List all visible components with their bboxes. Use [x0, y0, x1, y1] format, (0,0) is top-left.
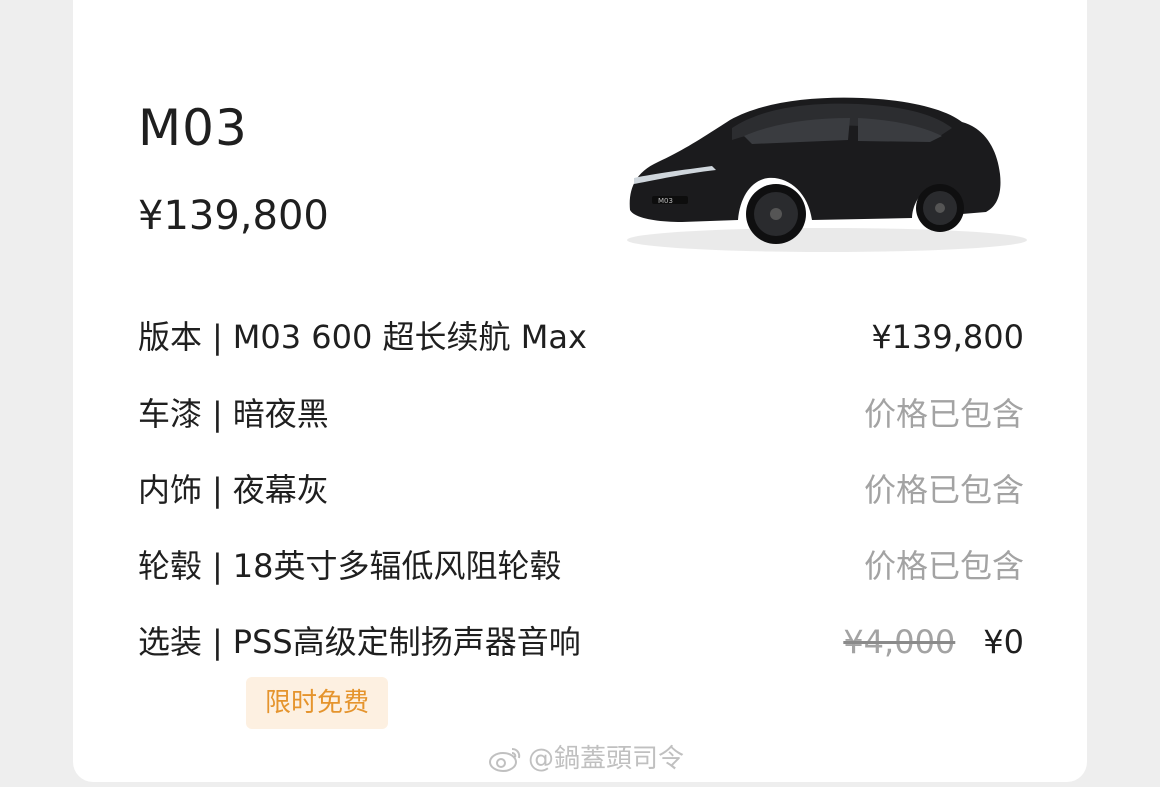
promo-badge: 限时免费 — [246, 677, 388, 729]
row-separator: | — [212, 318, 223, 356]
row-label: 内饰 — [138, 471, 203, 509]
row-value: PSS高级定制扬声器音响 — [232, 623, 581, 661]
model-name: M03 — [138, 99, 248, 157]
row-separator: | — [212, 623, 223, 661]
row-price: ¥139,800 — [871, 318, 1024, 356]
config-row-paint: 车漆 | 暗夜黑 价格已包含 — [138, 390, 1024, 438]
original-price: ¥4,000 — [843, 623, 956, 661]
row-price: 价格已包含 — [863, 547, 1024, 585]
row-value: M03 600 超长续航 Max — [232, 318, 587, 356]
model-price: ¥139,800 — [138, 193, 329, 239]
row-label: 版本 — [138, 318, 203, 356]
config-row-version: 版本 | M03 600 超长续航 Max ¥139,800 — [138, 313, 1024, 361]
watermark: @鍋蓋頭司令 — [488, 741, 684, 777]
row-separator: | — [212, 547, 223, 585]
config-row-options: 选装 | PSS高级定制扬声器音响 ¥4,000 ¥0 — [138, 618, 1024, 666]
row-label: 车漆 — [138, 395, 203, 433]
row-price: 价格已包含 — [863, 471, 1024, 509]
row-price: ¥0 — [983, 623, 1024, 661]
row-value: 暗夜黑 — [232, 395, 329, 433]
config-row-interior: 内饰 | 夜幕灰 价格已包含 — [138, 466, 1024, 514]
row-separator: | — [212, 471, 223, 509]
row-price: 价格已包含 — [863, 395, 1024, 433]
config-row-wheels: 轮毂 | 18英寸多辐低风阻轮毂 价格已包含 — [138, 542, 1024, 590]
car-image: M03 — [627, 97, 1027, 252]
row-label: 轮毂 — [138, 547, 203, 585]
car-front-badge: M03 — [658, 197, 673, 205]
row-label: 选装 — [138, 623, 203, 661]
watermark-text: @鍋蓋頭司令 — [528, 744, 685, 774]
weibo-icon — [489, 748, 521, 772]
row-separator: | — [212, 395, 223, 433]
row-value: 18英寸多辐低风阻轮毂 — [232, 547, 562, 585]
row-value: 夜幕灰 — [232, 471, 329, 509]
